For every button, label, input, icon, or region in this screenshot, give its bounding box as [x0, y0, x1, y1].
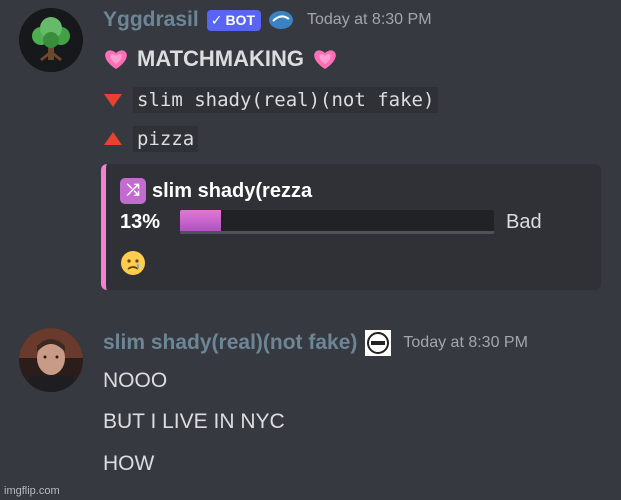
user-up-line: pizza — [103, 126, 199, 152]
username[interactable]: slim shady(real)(not fake) — [103, 331, 357, 355]
tree-avatar[interactable] — [19, 8, 83, 72]
message-line-2: BUT I LIVE IN NYC — [103, 410, 285, 433]
embed-title: slim shady(rezza — [152, 179, 313, 202]
progress-fill — [180, 210, 221, 231]
message-line-3: HOW — [103, 452, 155, 475]
bot-tag-label: BOT — [225, 12, 255, 28]
message-line-1: NOOO — [103, 369, 168, 392]
up-user-code: pizza — [133, 126, 199, 152]
match-embed: ⤮ slim shady(rezza 13% Bad — [101, 164, 601, 290]
user-down-line: slim shady(real)(not fake) — [103, 87, 439, 113]
shuffle-icon: ⤮ — [120, 178, 146, 204]
red-triangle-down-icon — [103, 91, 123, 109]
check-icon: ✓ — [210, 11, 223, 28]
title-text: MATCHMAKING — [137, 46, 305, 71]
bot-tag: ✓ BOT — [206, 9, 261, 31]
match-rating: Bad — [506, 210, 542, 233]
server-badge-icon[interactable] — [267, 9, 295, 31]
message-bot: Yggdrasil ✓ BOT Today at 8:30 PM MATCHMA… — [0, 0, 621, 300]
message-user: slim shady(real)(not fake) Today at 8:30… — [0, 300, 621, 500]
timestamp[interactable]: Today at 8:30 PM — [307, 11, 432, 29]
match-meter: 13% Bad — [120, 210, 542, 234]
sparkling-heart-icon — [103, 47, 129, 71]
red-triangle-up-icon — [103, 130, 123, 148]
progress-bar — [180, 210, 494, 234]
stamp-badge-icon[interactable] — [365, 330, 392, 356]
match-percent: 13% — [120, 210, 161, 233]
user-avatar[interactable] — [19, 328, 83, 392]
sparkling-heart-icon — [312, 47, 338, 71]
crying-face-icon — [120, 250, 146, 276]
username[interactable]: Yggdrasil — [103, 8, 199, 32]
embed-header: ⤮ slim shady(rezza — [120, 178, 312, 204]
timestamp[interactable]: Today at 8:30 PM — [403, 334, 528, 352]
watermark: imgflip.com — [4, 485, 60, 497]
down-user-code: slim shady(real)(not fake) — [133, 87, 439, 113]
matchmaking-title: MATCHMAKING — [103, 46, 338, 72]
